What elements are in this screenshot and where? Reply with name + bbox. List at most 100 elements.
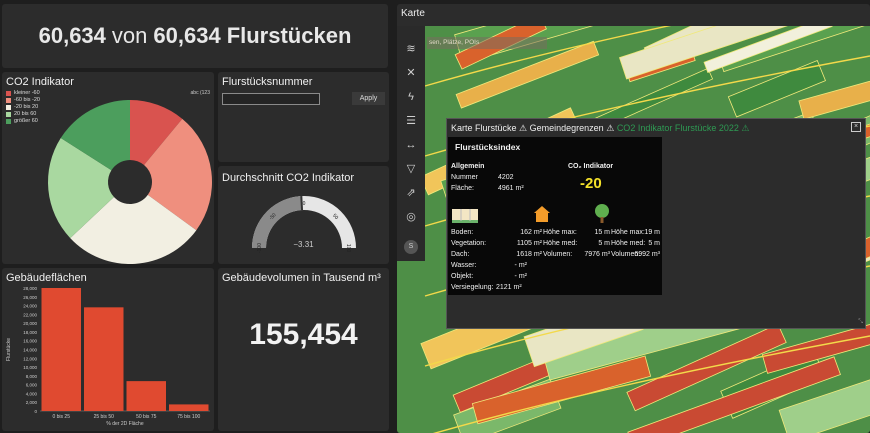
versiegelung-value: 2121 m² xyxy=(496,284,522,291)
warning-icon: ⚠ xyxy=(606,123,615,133)
flaechen-bar-chart: 0 2,000 4,000 6,000 8,000 10,000 12,000 14,000 1… xyxy=(6,286,210,427)
allgemein-heading: Allgemein xyxy=(451,163,485,170)
close-button[interactable]: × xyxy=(851,122,861,132)
tools-icon[interactable]: ✕ xyxy=(404,66,418,80)
objekt-label: Objekt: xyxy=(451,273,474,280)
boden-value: 162 m² xyxy=(520,229,542,236)
apply-button[interactable]: Apply xyxy=(352,92,385,105)
haus-hoehe-med-value: 5 m xyxy=(598,240,610,247)
popup-layer-1[interactable]: Karte Flurstücke xyxy=(451,123,517,133)
kpi-total: 60,634 xyxy=(153,23,221,48)
flaeche-value: 4961 m² xyxy=(498,185,524,192)
vegetation-label: Vegetation: xyxy=(451,240,487,247)
bar[interactable] xyxy=(169,404,209,411)
bar[interactable] xyxy=(126,381,167,411)
kpi-panel: 60,634 von 60,634 Flurstücken xyxy=(2,4,388,68)
y-tick-label: 26,000 xyxy=(23,295,37,300)
layers-icon[interactable]: ≋ xyxy=(404,42,418,56)
dach-label: Dach: xyxy=(451,251,470,258)
nummer-panel: Flurstücksnummer Apply xyxy=(218,72,389,162)
wasser-label: Wasser: xyxy=(451,262,477,269)
co2-gauge: -100-50050100 xyxy=(252,196,356,253)
y-tick-label: 4,000 xyxy=(26,391,38,396)
nummer-value: 4202 xyxy=(498,174,514,181)
map-toolbar: ≋ ✕ ϟ ☰ ↔ ▽ ⇗ ◎ S xyxy=(397,26,425,261)
share-icon[interactable]: ⇗ xyxy=(404,186,418,200)
nummer-title: Flurstücksnummer xyxy=(222,76,313,88)
kpi-connector: von xyxy=(111,23,148,48)
filter-icon[interactable]: ▽ xyxy=(404,162,418,176)
kpi-unit: Flurstücken xyxy=(226,23,352,48)
versiegelung-label: Versiegelung: xyxy=(451,284,494,291)
y-tick-label: 24,000 xyxy=(23,304,37,309)
haus-hoehe-max-value: 15 m xyxy=(594,229,610,236)
haus-volumen-value: 7976 m³ xyxy=(584,251,610,258)
y-tick-label: 12,000 xyxy=(23,356,37,361)
y-tick-label: 20,000 xyxy=(23,321,37,326)
house-icon xyxy=(534,206,550,222)
x-tick-label: 50 bis 75 xyxy=(136,414,157,420)
flaeche-label: Fläche: xyxy=(451,185,474,192)
gauge-value: −3.31 xyxy=(293,240,314,249)
popup-header: Karte Flurstücke ⚠ Gemeindegrenzen ⚠ CO2… xyxy=(451,123,749,134)
wasser-value: - m² xyxy=(514,262,527,269)
lightning-icon[interactable]: ϟ xyxy=(404,90,418,104)
boden-label: Boden: xyxy=(451,229,474,236)
co2-label: CO₂ Indikator xyxy=(568,163,614,170)
haus-volumen-label: Volumen: xyxy=(543,251,573,258)
x-tick-label: 25 bis 50 xyxy=(94,414,115,420)
gauge-needle xyxy=(300,196,304,211)
bar[interactable] xyxy=(41,288,82,411)
list-icon[interactable]: ☰ xyxy=(404,114,418,128)
nummer-label: Nummer xyxy=(451,174,478,181)
warning-icon: ⚠ xyxy=(519,123,528,133)
map-search[interactable]: sen, Plätze, POIs xyxy=(427,37,547,49)
co2-panel: CO2 Indikator kleiner -60 -60 bis -20 -2… xyxy=(2,72,214,264)
co2-donut-chart xyxy=(47,100,212,264)
objekt-value: - m² xyxy=(514,273,527,280)
kpi-count: 60,634 xyxy=(38,23,106,48)
y-tick-label: 6,000 xyxy=(26,383,38,388)
x-tick-label: 0 bis 25 xyxy=(52,414,70,420)
warning-icon: ⚠ xyxy=(741,123,750,133)
y-tick-label: 14,000 xyxy=(23,348,37,353)
popup-layer-2[interactable]: Gemeindegrenzen xyxy=(530,123,604,133)
dach-value: 1618 m² xyxy=(516,251,542,258)
co2-value: -20 xyxy=(580,175,602,192)
volumen-panel: Gebäudevolumen in Tausend m³ 155,454 xyxy=(218,268,389,431)
bar[interactable] xyxy=(84,307,124,411)
flurstuecksindex-card: Flurstücksindex Allgemein Nummer 4202 Fl… xyxy=(448,137,662,295)
y-tick-label: 8,000 xyxy=(26,374,38,379)
locate-icon[interactable]: ◎ xyxy=(404,210,418,224)
resize-handle-icon[interactable]: ⤡ xyxy=(858,319,863,326)
tree-icon xyxy=(595,204,609,223)
y-tick-label: 28,000 xyxy=(23,286,37,291)
nummer-input[interactable] xyxy=(222,93,320,105)
vegetation-value: 1105 m² xyxy=(516,240,542,247)
haus-hoehe-med-label: Höhe med: xyxy=(543,240,578,247)
y-tick-label: 16,000 xyxy=(23,339,37,344)
y-axis-label: Flurstücke xyxy=(6,338,12,361)
popup-layer-3[interactable]: CO2 Indikator Flurstücke 2022 xyxy=(617,123,739,133)
gauge-tick-label: 0 xyxy=(303,201,306,207)
baum-hoehe-med-value: 5 m xyxy=(648,240,660,247)
volumen-value: 155,454 xyxy=(249,318,358,351)
y-tick-label: 2,000 xyxy=(26,400,38,405)
flaechen-panel: Gebäudeflächen 0 2,000 4,000 6,000 8,000 10,0… xyxy=(2,268,214,431)
x-axis-label: % der 2D Fläche xyxy=(106,421,143,427)
haus-hoehe-max-label: Höhe max: xyxy=(543,229,577,236)
y-tick-label: 22,000 xyxy=(23,312,37,317)
map-icon xyxy=(452,209,478,223)
card-title: Flurstücksindex xyxy=(455,142,521,152)
y-tick-label: 10,000 xyxy=(23,365,37,370)
x-tick-label: 75 bis 100 xyxy=(177,414,200,420)
volumen-title: Gebäudevolumen in Tausend m³ xyxy=(222,272,381,284)
baum-hoehe-max-value: 19 m xyxy=(644,229,660,236)
avg-panel: Durchschnitt CO2 Indikator -100 -50 0 50 100… xyxy=(218,166,389,264)
y-tick-label: 18,000 xyxy=(23,330,37,335)
baum-volumen-value: 6992 m³ xyxy=(634,251,660,258)
map-title: Karte xyxy=(401,8,425,19)
y-tick-label: 0 xyxy=(34,409,37,414)
user-icon[interactable]: S xyxy=(404,240,418,254)
measure-icon[interactable]: ↔ xyxy=(404,138,418,152)
